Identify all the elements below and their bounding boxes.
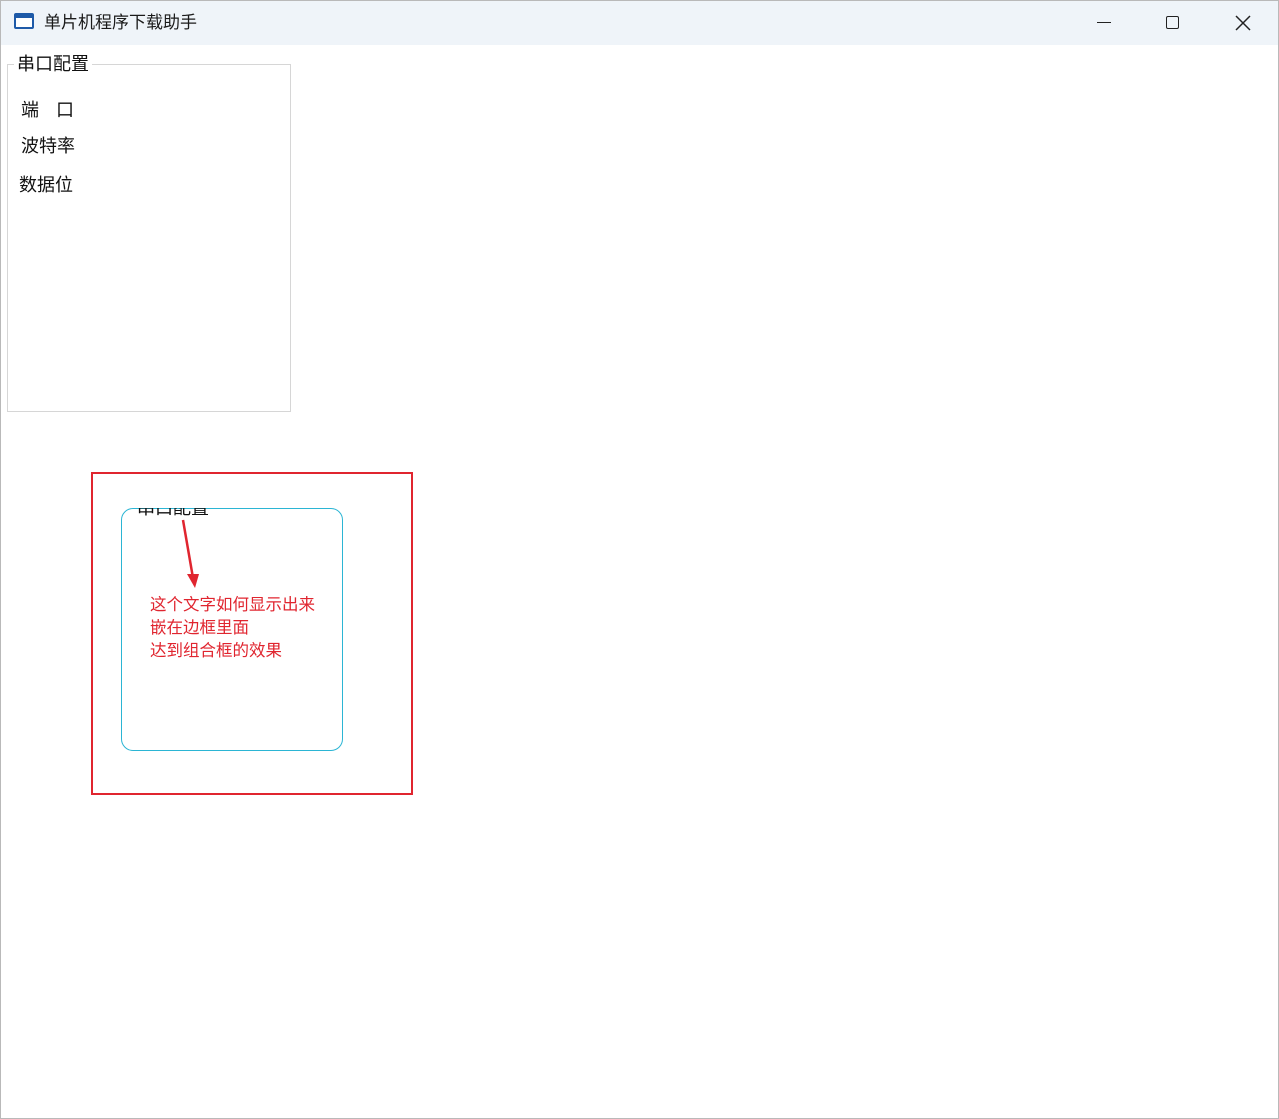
window-title: 单片机程序下载助手 [44,13,197,33]
baud-rate-label: 波特率 [21,136,75,157]
maximize-icon [1166,16,1179,29]
annotation-arrow-icon [181,519,199,588]
data-bits-label: 数据位 [19,175,73,196]
note-line-2: 嵌在边框里面 [150,618,249,637]
minimize-button[interactable] [1069,1,1139,45]
title-bar[interactable]: 单片机程序下载助手 [1,1,1278,45]
window-app-icon [14,13,34,29]
serial-config-title: 串口配置 [14,53,92,77]
maximize-button[interactable] [1138,1,1208,45]
minimize-icon [1097,22,1111,23]
note-line-3: 达到组合框的效果 [150,641,282,660]
main-window: 单片机程序下载助手 串口配置 端口 波特率 数据位 串口配置 这个文字如何显示出… [0,0,1279,1119]
note-line-1: 这个文字如何显示出来 [150,595,315,614]
port-label: 端口 [21,100,91,121]
annotation-note: 这个文字如何显示出来 嵌在边框里面 达到组合框的效果 [150,593,315,662]
close-icon [1235,15,1251,31]
close-button[interactable] [1208,1,1278,45]
